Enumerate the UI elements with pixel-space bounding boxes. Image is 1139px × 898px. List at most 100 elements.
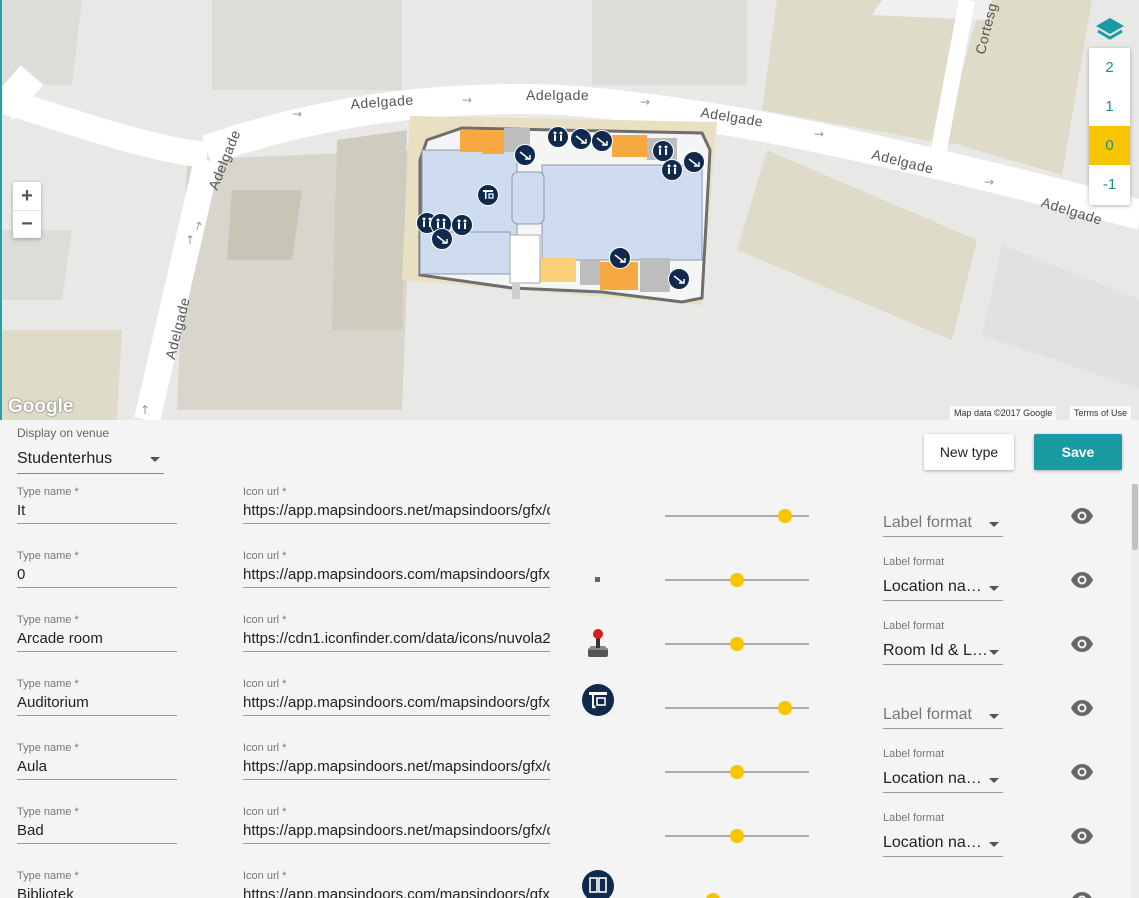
type-name-label: Type name * <box>17 870 79 882</box>
icon-url-input[interactable]: https://app.mapsindoors.com/mapsindoors/… <box>243 884 550 898</box>
zoom-level-slider[interactable] <box>665 701 809 715</box>
label-format-select[interactable]: Location na… <box>883 575 1003 601</box>
location-type-list[interactable]: Type name * It Icon url * https://app.mapsi… <box>0 484 1139 898</box>
stairs-marker-icon[interactable] <box>609 247 631 269</box>
type-name-input[interactable]: Bad <box>17 820 177 844</box>
small-square-icon <box>595 577 600 582</box>
type-name-input[interactable]: Arcade room <box>17 628 177 652</box>
slider-thumb[interactable] <box>730 573 744 587</box>
label-format-value: Location na… <box>883 834 982 851</box>
slider-thumb[interactable] <box>777 701 792 715</box>
restroom-marker-icon[interactable] <box>451 214 473 236</box>
label-format-value: Location na… <box>883 770 982 787</box>
zoom-level-slider[interactable] <box>665 829 809 843</box>
type-icon-preview <box>580 682 616 718</box>
zoom-level-slider[interactable] <box>665 765 809 779</box>
map-view[interactable]: → → → → → ↑ ↑ → Adelgade Adelgade Adelga… <box>0 0 1139 420</box>
chevron-down-icon <box>150 457 160 462</box>
list-item: Type name * Bibliotek Icon url * https://ap… <box>0 868 1130 898</box>
save-button[interactable]: Save <box>1034 434 1122 470</box>
zoom-level-slider[interactable] <box>665 893 809 898</box>
chevron-down-icon <box>989 586 999 591</box>
slider-thumb[interactable] <box>730 765 744 779</box>
zoom-level-slider[interactable] <box>665 509 809 523</box>
type-name-label: Type name * <box>17 486 79 498</box>
chevron-down-icon <box>989 714 999 719</box>
icon-url-input[interactable]: https://app.mapsindoors.net/mapsindoors/… <box>243 500 550 524</box>
type-name-input[interactable]: Aula <box>17 756 177 780</box>
chevron-down-icon <box>989 778 999 783</box>
visibility-eye-icon[interactable] <box>1070 568 1094 592</box>
auditorium-icon <box>582 684 614 716</box>
label-format-label: Label format <box>883 556 945 568</box>
label-format-select[interactable]: Label format <box>883 511 1003 537</box>
icon-url-input[interactable]: https://cdn1.iconfinder.com/data/icons/n… <box>243 628 550 652</box>
stairs-marker-icon[interactable] <box>683 151 705 173</box>
restroom-marker-icon[interactable] <box>661 159 683 181</box>
zoom-in-button[interactable]: + <box>13 182 41 210</box>
visibility-eye-icon[interactable] <box>1070 632 1094 656</box>
type-icon-preview <box>580 818 616 854</box>
stairs-marker-icon[interactable] <box>591 130 613 152</box>
venue-value: Studenterhus <box>17 450 113 467</box>
zoom-level-slider[interactable] <box>665 573 809 587</box>
floor-button-2[interactable]: 2 <box>1089 48 1130 87</box>
floor-button-0[interactable]: 0 <box>1089 126 1130 165</box>
label-format-select[interactable]: Room Id & L… <box>883 639 1003 665</box>
floor-button-1[interactable]: 1 <box>1089 87 1130 126</box>
list-scrollbar[interactable] <box>1131 484 1139 898</box>
stairs-marker-icon[interactable] <box>570 128 592 150</box>
type-name-input[interactable]: 0 <box>17 564 177 588</box>
icon-url-input[interactable]: https://app.mapsindoors.com/mapsindoors/… <box>243 564 550 588</box>
type-name-label: Type name * <box>17 742 79 754</box>
type-name-input[interactable]: It <box>17 500 177 524</box>
icon-url-input[interactable]: https://app.mapsindoors.com/mapsindoors/… <box>243 692 550 716</box>
slider-thumb[interactable] <box>730 637 744 651</box>
visibility-eye-icon[interactable] <box>1070 760 1094 784</box>
visibility-eye-icon[interactable] <box>1070 824 1094 848</box>
google-logo: Google <box>8 396 74 417</box>
slider-thumb[interactable] <box>730 829 744 843</box>
stairs-marker-icon[interactable] <box>514 144 536 166</box>
label-format-value: Label format <box>883 514 972 531</box>
stairs-marker-icon[interactable] <box>668 268 690 290</box>
slider-thumb[interactable] <box>777 509 792 523</box>
zoom-level-slider[interactable] <box>665 637 809 651</box>
type-name-input[interactable]: Bibliotek <box>17 884 177 898</box>
terms-of-use-link[interactable]: Terms of Use <box>1070 406 1132 420</box>
list-item: Type name * Auditorium Icon url * https://a… <box>0 676 1130 740</box>
label-format-value: Room Id & L… <box>883 642 988 659</box>
type-icon-preview <box>580 868 616 898</box>
svg-text:→: → <box>292 107 302 121</box>
venue-select[interactable]: Studenterhus <box>17 448 164 474</box>
scrollbar-thumb[interactable] <box>1132 484 1138 550</box>
zoom-out-button[interactable]: − <box>13 210 41 238</box>
label-format-select[interactable]: Label format <box>883 703 1003 729</box>
zoom-controls: + − <box>13 182 41 238</box>
type-icon-preview <box>580 562 616 598</box>
visibility-eye-icon[interactable] <box>1070 504 1094 528</box>
visibility-eye-icon[interactable] <box>1070 888 1094 898</box>
stairs-marker-icon[interactable] <box>431 228 453 250</box>
type-icon-preview <box>580 626 616 662</box>
label-format-select[interactable]: Location na… <box>883 767 1003 793</box>
icon-url-label: Icon url * <box>243 486 287 498</box>
new-type-button[interactable]: New type <box>924 434 1014 470</box>
svg-text:→: → <box>984 175 994 189</box>
icon-url-label: Icon url * <box>243 614 287 626</box>
type-name-input[interactable]: Auditorium <box>17 692 177 716</box>
restroom-marker-icon[interactable] <box>547 126 569 148</box>
visibility-eye-icon[interactable] <box>1070 696 1094 720</box>
slider-thumb[interactable] <box>705 893 720 898</box>
floor-button-minus-1[interactable]: -1 <box>1089 165 1130 204</box>
svg-text:→: → <box>462 93 472 107</box>
label-format-select[interactable]: Location na… <box>883 831 1003 857</box>
auditorium-marker-icon[interactable] <box>477 184 499 206</box>
icon-url-input[interactable]: https://app.mapsindoors.net/mapsindoors/… <box>243 820 550 844</box>
icon-url-input[interactable]: https://app.mapsindoors.net/mapsindoors/… <box>243 756 550 780</box>
type-icon-preview <box>580 754 616 790</box>
app-root: → → → → → ↑ ↑ → Adelgade Adelgade Adelga… <box>0 0 1139 898</box>
svg-text:→: → <box>814 127 824 141</box>
toolbar: Display on venue Studenterhus New type S… <box>0 420 1139 484</box>
list-item: Type name * It Icon url * https://app.mapsi… <box>0 484 1130 548</box>
